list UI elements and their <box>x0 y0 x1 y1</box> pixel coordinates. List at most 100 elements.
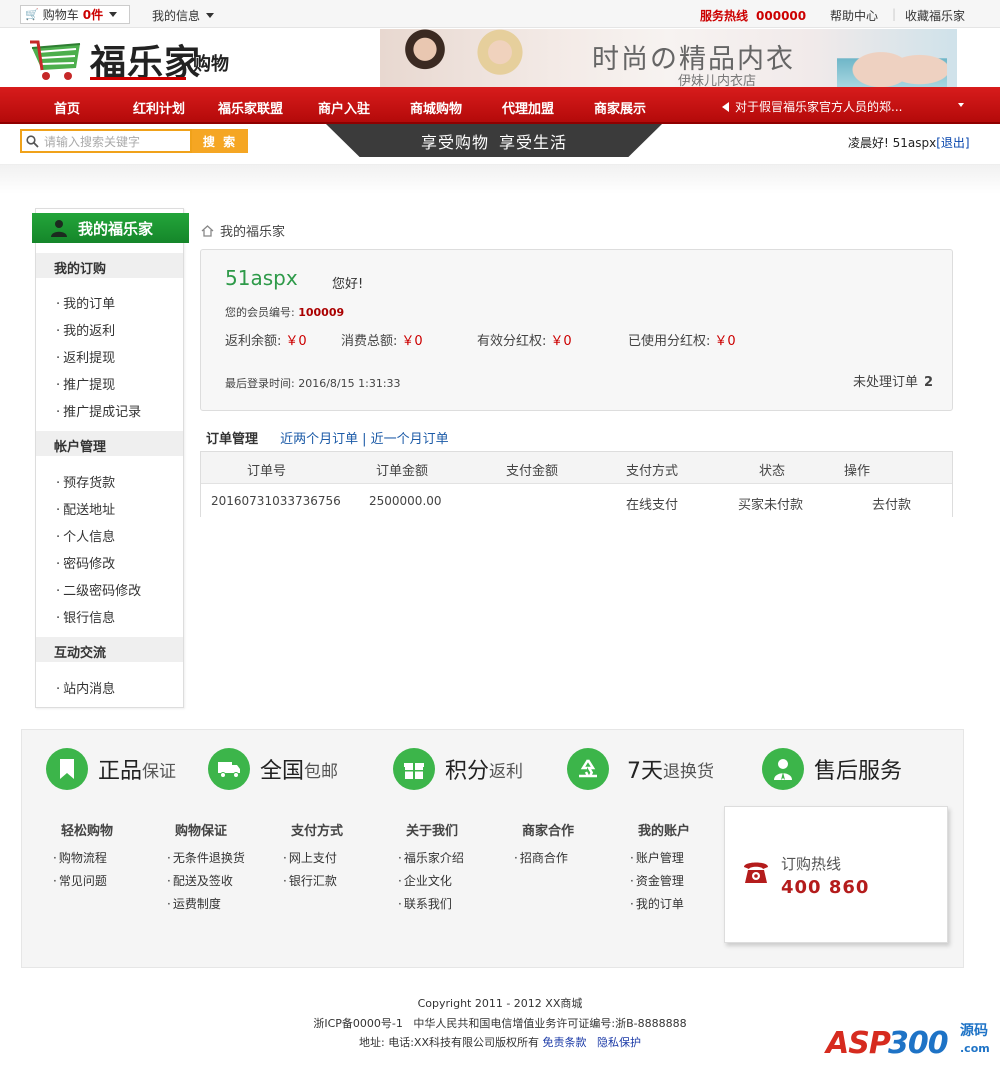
order-tabs: 订单管理 近两个月订单 | 近一个月订单 <box>206 428 449 447</box>
chevron-down-icon <box>109 12 118 17</box>
feature-subtitle: 返利 <box>489 761 524 782</box>
hello-text: 您好! <box>332 277 364 292</box>
sidebar-section-orders: 我的订购 <box>36 253 183 278</box>
main-nav: 首页 红利计划 福乐家联盟 商户入驻 商城购物 代理加盟 商家展示 对于假冒福乐… <box>0 87 1000 124</box>
search-button[interactable]: 搜 索 <box>192 129 248 153</box>
feature-title: 7天 <box>627 759 663 784</box>
member-number: 您的会员编号: 100009 <box>225 304 344 320</box>
footer-link[interactable]: 联系我们 <box>398 895 464 912</box>
sidebar-item-password[interactable]: 密码修改 <box>56 553 115 572</box>
my-info-dropdown[interactable]: 我的信息 <box>152 7 215 24</box>
banner-model-image <box>390 29 460 87</box>
sidebar-item-promo-records[interactable]: 推广提成记录 <box>56 401 141 420</box>
sidebar-item-address[interactable]: 配送地址 <box>56 499 115 518</box>
address-text: 地址: 电话:XX科技有限公司版权所有 <box>359 1036 539 1049</box>
my-info-label: 我的信息 <box>152 9 201 23</box>
sidebar-item-bank[interactable]: 银行信息 <box>56 607 115 626</box>
footer-link[interactable]: 运费制度 <box>167 895 245 912</box>
home-icon[interactable] <box>201 224 214 237</box>
slogan-text: 享受生活 <box>499 132 568 152</box>
search-row: 请输入搜索关键字 搜 索 享受购物 享受生活 凌晨好! 51aspx[退出] <box>0 124 1000 164</box>
sidebar-item-my-orders[interactable]: 我的订单 <box>56 293 115 312</box>
last-login-label: 最后登录时间: <box>225 377 295 390</box>
footer-link[interactable]: 网上支付 <box>283 849 343 866</box>
footer-link[interactable]: 常见问题 <box>53 872 113 889</box>
footer-link[interactable]: 资金管理 <box>630 872 690 889</box>
nav-item-home[interactable]: 首页 <box>54 98 80 117</box>
footer-link[interactable]: 企业文化 <box>398 872 464 889</box>
footer-link[interactable]: 福乐家介绍 <box>398 849 464 866</box>
feature-after-sales: 售后服务 <box>762 748 902 790</box>
sidebar-item-rebate-withdraw[interactable]: 返利提现 <box>56 347 115 366</box>
speaker-icon <box>722 101 729 112</box>
footer-column-business: 商家合作 招商合作 <box>514 820 574 872</box>
cart-dropdown[interactable]: 🛒 购物车 0件 <box>20 5 130 24</box>
order-table: 订单号 订单金额 支付金额 支付方式 状态 操作 201607310337367… <box>200 451 953 517</box>
pay-now-link[interactable]: 去付款 <box>872 494 911 513</box>
pending-count: 2 <box>924 375 934 390</box>
last-login-value: 2016/8/15 1:31:33 <box>298 377 401 390</box>
nav-item-merchant-join[interactable]: 商户入驻 <box>318 98 370 117</box>
notice-text: 对于假冒福乐家官方人员的郑... <box>735 100 903 114</box>
feature-title: 全国 <box>260 759 305 784</box>
account-summary: 51aspx 您好! 您的会员编号: 100009 返利余额: ￥0 消费总额: ￥… <box>200 249 953 411</box>
tab-two-months[interactable]: 近两个月订单 <box>280 432 358 447</box>
gift-icon <box>393 748 435 790</box>
notice-ticker[interactable]: 对于假冒福乐家官方人员的郑... <box>722 98 902 115</box>
cart-count: 0件 <box>82 8 104 22</box>
terms-link[interactable]: 免责条款 <box>542 1036 586 1049</box>
footer-column-title: 我的账户 <box>638 824 691 839</box>
sidebar-item-messages[interactable]: 站内消息 <box>56 678 115 697</box>
sidebar-section-interaction: 互动交流 <box>36 637 183 662</box>
header-banner[interactable]: 时尚の精品内衣 伊妹儿内衣店 <box>380 29 957 87</box>
nav-item-merchant-show[interactable]: 商家展示 <box>594 98 646 117</box>
divider: | <box>892 7 897 21</box>
footer-link[interactable]: 购物流程 <box>53 849 113 866</box>
cart-icon: 🛒 <box>25 8 39 21</box>
footer-link[interactable]: 配送及签收 <box>167 872 245 889</box>
sidebar-item-my-rebate[interactable]: 我的返利 <box>56 320 115 339</box>
stat-label: 返利余额: <box>225 334 282 349</box>
sidebar-item-second-password[interactable]: 二级密码修改 <box>56 580 141 599</box>
logout-link[interactable]: [退出] <box>936 136 969 150</box>
stat-value: ￥0 <box>401 334 423 349</box>
tab-one-month[interactable]: 近一个月订单 <box>371 432 449 447</box>
hotline-number: 000000 <box>756 9 807 23</box>
site-logo[interactable]: 福乐家 购物 <box>28 30 268 86</box>
favorite-link[interactable]: 收藏福乐家 <box>905 7 965 24</box>
feature-genuine: 正品 保证 <box>46 748 176 790</box>
logo-subtitle: 购物 <box>193 54 229 75</box>
stat-valid-dividend: 有效分红权: ￥0 <box>477 330 572 349</box>
pending-orders[interactable]: 未处理订单 2 <box>853 371 933 390</box>
column-header: 状态 <box>759 464 786 479</box>
stat-total-spend: 消费总额: ￥0 <box>341 330 423 349</box>
footer-column-title: 轻松购物 <box>61 824 114 839</box>
footer-link[interactable]: 账户管理 <box>630 849 690 866</box>
footer-link[interactable]: 无条件退换货 <box>167 849 245 866</box>
search-input[interactable]: 请输入搜索关键字 <box>20 129 192 153</box>
footer-link[interactable]: 我的订单 <box>630 895 690 912</box>
sidebar-item-promo-withdraw[interactable]: 推广提现 <box>56 374 115 393</box>
nav-item-mall[interactable]: 商城购物 <box>410 98 462 117</box>
search-placeholder: 请输入搜索关键字 <box>44 134 141 149</box>
feature-subtitle: 退换货 <box>663 761 714 782</box>
stat-rebate-balance: 返利余额: ￥0 <box>225 330 307 349</box>
nav-item-alliance[interactable]: 福乐家联盟 <box>218 98 283 117</box>
chevron-down-icon[interactable] <box>958 103 964 107</box>
footer: 正品保证 全国包邮 积分返利 7天退换货 售后服务 轻松购物 购物流程 常见问题… <box>21 729 964 968</box>
search-icon <box>26 134 39 148</box>
bookmark-icon <box>46 748 88 790</box>
nav-item-agent[interactable]: 代理加盟 <box>502 98 554 117</box>
sidebar-item-prepay[interactable]: 预存货款 <box>56 472 115 491</box>
nav-item-dividend[interactable]: 红利计划 <box>133 98 185 117</box>
help-center-link[interactable]: 帮助中心 <box>830 7 878 24</box>
footer-link[interactable]: 招商合作 <box>514 849 574 866</box>
tab-order-management[interactable]: 订单管理 <box>206 432 258 447</box>
username: 51aspx <box>225 266 298 290</box>
column-header: 订单号 <box>247 464 287 479</box>
sidebar-title[interactable]: 我的福乐家 <box>32 213 189 243</box>
footer-link[interactable]: 银行汇款 <box>283 872 343 889</box>
sidebar-title-text: 我的福乐家 <box>78 219 154 238</box>
privacy-link[interactable]: 隐私保护 <box>597 1036 641 1049</box>
sidebar-item-profile[interactable]: 个人信息 <box>56 526 115 545</box>
